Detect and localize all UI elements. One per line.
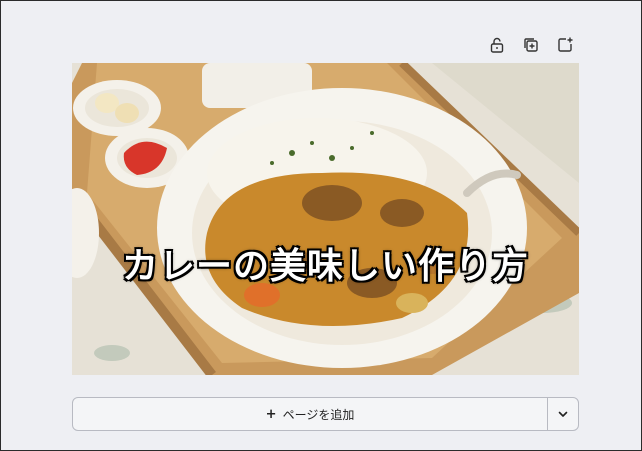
chevron-down-icon (558, 411, 568, 417)
unlock-icon (490, 37, 504, 53)
add-page-bar: + ページを追加 (72, 397, 579, 431)
add-page-toolbar-button[interactable] (555, 35, 575, 55)
add-page-options-button[interactable] (547, 398, 578, 430)
lock-page-button[interactable] (487, 35, 507, 55)
add-page-button[interactable]: + ページを追加 (73, 398, 547, 430)
slide-title[interactable]: カレーの美味しい作り方 (72, 237, 579, 289)
add-page-icon (558, 37, 573, 52)
duplicate-page-icon (524, 38, 538, 52)
curry-photo (72, 63, 579, 375)
duplicate-page-button[interactable] (521, 35, 541, 55)
plus-icon: + (265, 406, 277, 422)
add-page-label: ページを追加 (282, 407, 355, 422)
editor-canvas: カレーの美味しい作り方 + ページを追加 (0, 0, 642, 451)
page-toolbar (487, 35, 575, 55)
slide-page[interactable]: カレーの美味しい作り方 (72, 63, 579, 375)
